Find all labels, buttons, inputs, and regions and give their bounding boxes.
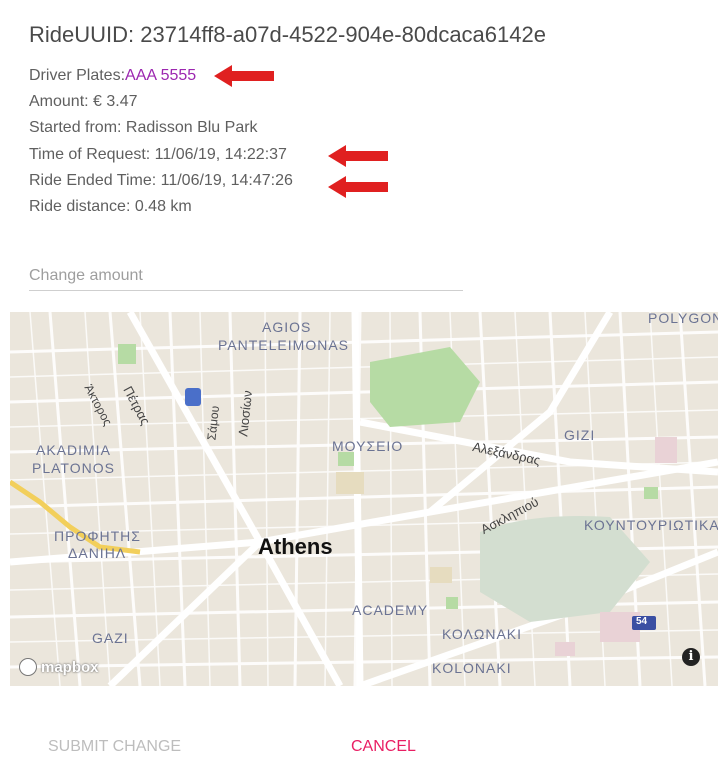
map-label-gazi: GAZI (92, 630, 129, 646)
map-label-kountouriotika: ΚΟΥΝΤΟΥΡΙΩΤΙΚΑ (584, 517, 718, 533)
amount-text: Amount: € 3.47 (29, 93, 138, 110)
ride-uuid: RideUUID: 23714ff8-a07d-4522-904e-80dcac… (29, 22, 546, 47)
map-label-academy: ACADEMY (352, 602, 429, 618)
driver-plates-label: Driver Plates: (29, 67, 126, 84)
map-label-agios: AGIOS (262, 319, 312, 335)
route-number: 54 (636, 616, 648, 627)
map-label-polygon: POLYGON (648, 312, 718, 326)
map-label-kolonaki: KOLONAKI (432, 660, 512, 676)
red-arrow-icon (328, 145, 388, 167)
metro-station-icon (185, 388, 201, 406)
map-label-profitis: ΠΡΟΦΗΤΗΣ (54, 528, 141, 544)
driver-plates-value: AAA 5555 (125, 67, 197, 84)
map-label-platonos: PLATONOS (32, 460, 115, 476)
map-label-kolonaki-greek: ΚΟΛΩΝΑΚΙ (442, 626, 523, 642)
driver-plates-row: Driver Plates:AAA 5555 (29, 67, 196, 85)
map-label-gizi: GIZI (564, 427, 596, 443)
map-info-icon[interactable]: i (682, 648, 700, 666)
ride-ended-text: Ride Ended Time: 11/06/19, 14:47:26 (29, 172, 293, 189)
mapbox-logo-icon (19, 658, 37, 676)
map-label-athens: Athens (258, 534, 333, 559)
red-arrow-icon (328, 176, 388, 198)
time-of-request-text: Time of Request: 11/06/19, 14:22:37 (29, 146, 287, 163)
change-amount-input[interactable] (29, 262, 463, 291)
map-view[interactable]: AGIOS PANTELEIMONAS POLYGON AKADIMIA PLA… (10, 312, 718, 686)
ride-distance-text: Ride distance: 0.48 km (29, 198, 192, 215)
cancel-button[interactable]: CANCEL (351, 738, 416, 756)
mapbox-logo[interactable]: mapbox (19, 658, 99, 676)
submit-change-button[interactable]: SUBMIT CHANGE (48, 738, 181, 756)
map-label-mouseio: ΜΟΥΣΕΙΟ (332, 438, 404, 454)
red-arrow-icon (214, 65, 274, 87)
started-from-text: Started from: Radisson Blu Park (29, 119, 258, 136)
map-label-akadimia: AKADIMIA (36, 442, 111, 458)
map-label-danil: ΔΑΝΙΗΛ (68, 545, 127, 561)
map-label-panteleimonas: PANTELEIMONAS (218, 337, 349, 353)
mapbox-attribution: mapbox (41, 658, 99, 676)
